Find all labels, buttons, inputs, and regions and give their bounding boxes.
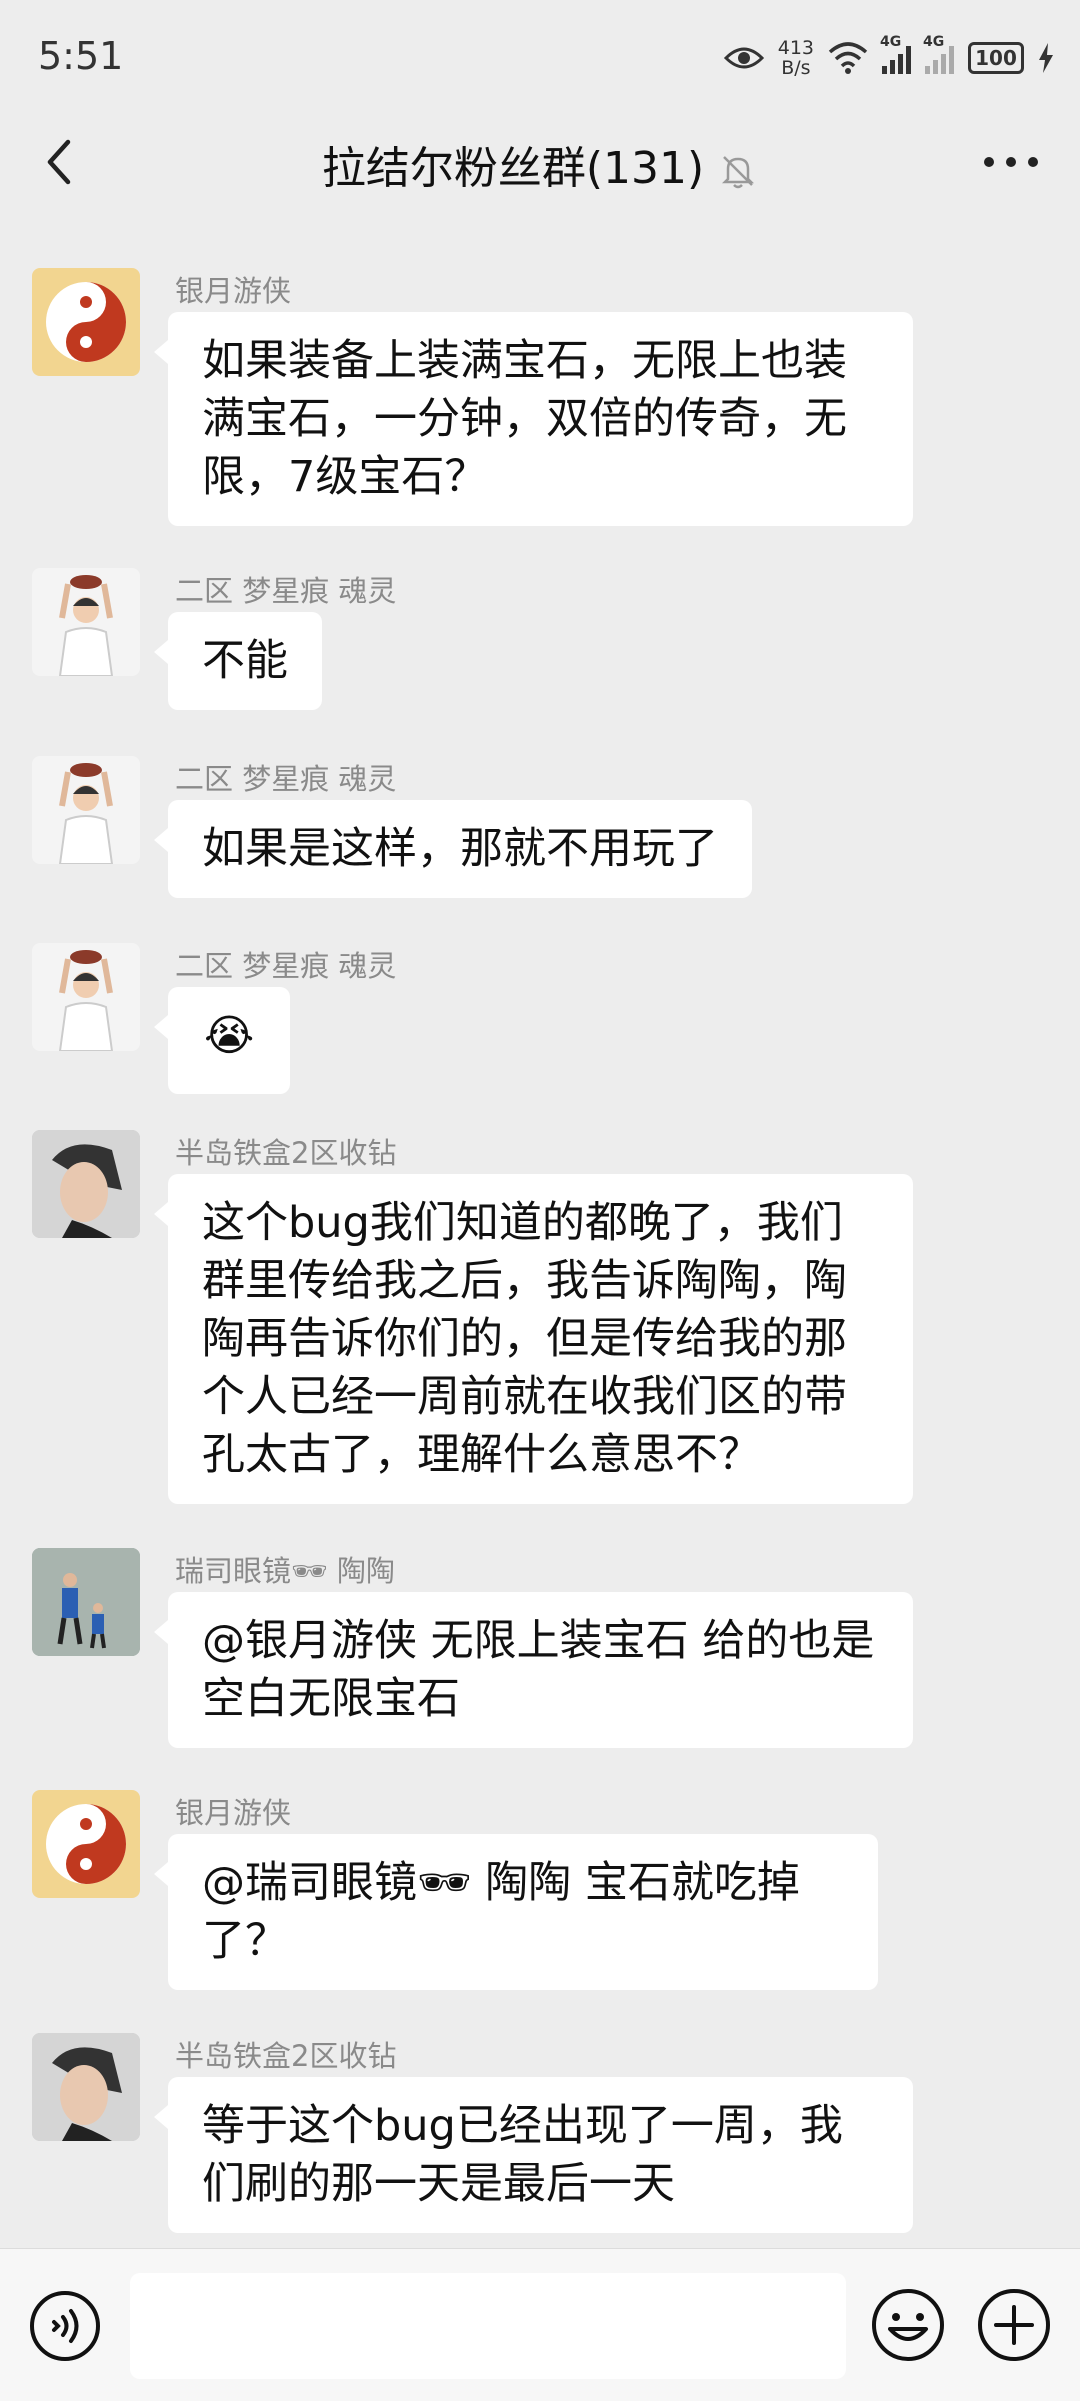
- message-bubble[interactable]: 如果装备上装满宝石，无限上也装满宝石，一分钟，双倍的传奇，无限，7级宝石？: [154, 312, 913, 526]
- network-type-1: 4G: [880, 34, 902, 50]
- sender-name: 半岛铁盒2区收钻: [175, 1136, 397, 1170]
- battery-icon: 100: [968, 42, 1024, 74]
- speed-value: 413: [777, 37, 814, 59]
- sender-name: 二区 梦星痕 魂灵: [175, 574, 397, 608]
- message-bubble[interactable]: 如果是这样，那就不用玩了: [154, 800, 752, 898]
- man-holding-bowl-avatar[interactable]: [32, 756, 140, 864]
- young-man-avatar[interactable]: [32, 1130, 140, 1238]
- message-bubble[interactable]: 等于这个bug已经出现了一周，我们刷的那一天是最后一天: [154, 2077, 913, 2233]
- message-bubble[interactable]: 😭: [153, 987, 291, 1094]
- signal-icon-1: 4G: [880, 34, 911, 74]
- charging-icon: [1039, 43, 1053, 73]
- sender-name: 银月游侠: [175, 274, 292, 308]
- man-holding-bowl-avatar[interactable]: [32, 568, 140, 676]
- sender-name: 瑞司眼镜🕶 陶陶: [175, 1554, 396, 1588]
- add-more-icon[interactable]: [976, 2287, 1052, 2363]
- group-name: 拉结尔粉丝群(131): [321, 143, 705, 194]
- eye-icon: [723, 47, 764, 69]
- message-bubble[interactable]: 这个bug我们知道的都晚了，我们群里传给我之后，我告诉陶陶，陶陶再告诉你们的，但…: [154, 1174, 913, 1504]
- message-bubble[interactable]: 不能: [154, 612, 322, 710]
- message-text-input[interactable]: [130, 2273, 846, 2379]
- parent-child-walking-avatar[interactable]: [32, 1548, 140, 1656]
- emoji-icon[interactable]: [870, 2287, 946, 2363]
- sender-name: 银月游侠: [175, 1796, 292, 1830]
- message-bubble[interactable]: @瑞司眼镜🕶 陶陶 宝石就吃掉了？: [154, 1834, 878, 1990]
- chat-title: 拉结尔粉丝群(131): [0, 132, 1080, 196]
- status-time: 5:51: [38, 34, 124, 78]
- signal-icon-2: 4G: [923, 34, 954, 74]
- status-bar: 5:51 413 B/s 4G 4G 100: [0, 0, 1080, 112]
- speed-unit: B/s: [781, 57, 811, 79]
- yin-yang-avatar[interactable]: [32, 1790, 140, 1898]
- more-options-icon[interactable]: [976, 132, 1046, 192]
- mute-bell-icon: [722, 156, 755, 189]
- young-man-avatar[interactable]: [32, 2033, 140, 2141]
- sender-name: 二区 梦星痕 魂灵: [175, 762, 397, 796]
- man-holding-bowl-avatar[interactable]: [32, 943, 140, 1051]
- yin-yang-avatar[interactable]: [32, 268, 140, 376]
- chat-header: 拉结尔粉丝群(131): [0, 112, 1080, 212]
- sender-name: 二区 梦星痕 魂灵: [175, 949, 397, 983]
- network-type-2: 4G: [923, 34, 945, 50]
- message-input-bar: [0, 2248, 1080, 2401]
- network-speed: 413 B/s: [778, 38, 814, 78]
- sender-name: 半岛铁盒2区收钻: [175, 2039, 397, 2073]
- voice-input-icon[interactable]: [28, 2289, 102, 2363]
- message-bubble[interactable]: @银月游侠 无限上装宝石 给的也是空白无限宝石: [154, 1592, 913, 1748]
- status-icons: 413 B/s 4G 4G 100: [723, 30, 1054, 86]
- wifi-icon: [828, 42, 868, 74]
